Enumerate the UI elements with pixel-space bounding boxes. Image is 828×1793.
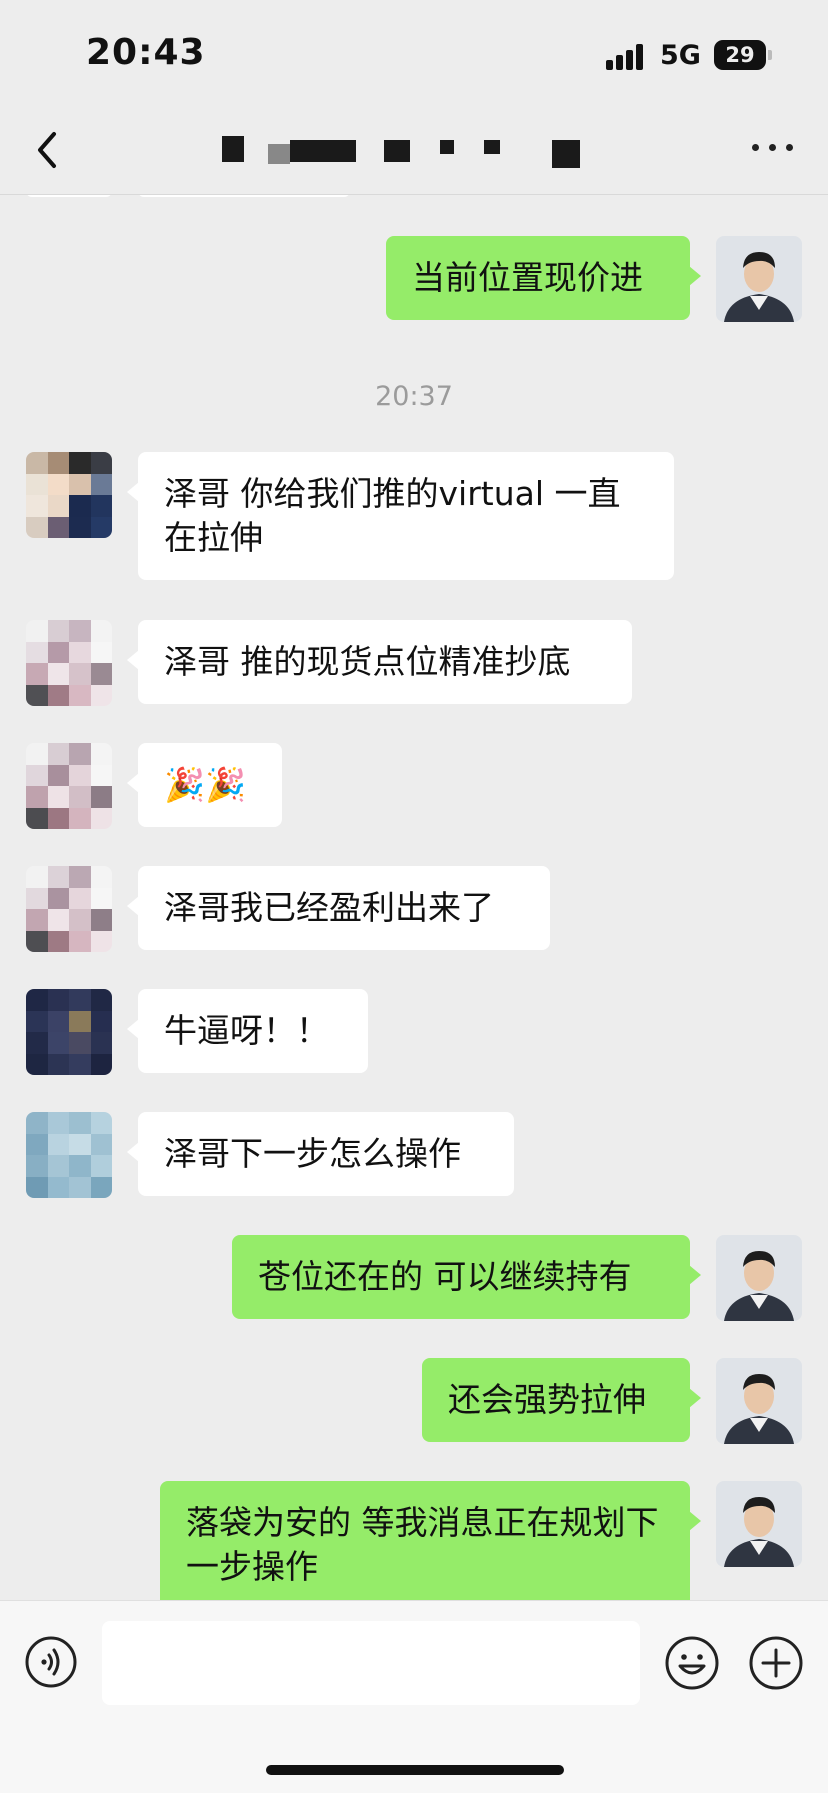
more-options-button[interactable] [748, 132, 798, 162]
chat-message-list[interactable]: 当前位置现价进 20:37 泽哥 你给我们推的virtual 一直在拉伸 泽哥 … [0, 195, 828, 1600]
person-portrait-icon [716, 1235, 802, 1321]
message-bubble-incoming[interactable]: 泽哥下一步怎么操作 [127, 1112, 514, 1196]
contact-avatar[interactable] [26, 743, 112, 829]
message-input[interactable] [102, 1621, 640, 1705]
message-bubble-outgoing[interactable]: 当前位置现价进 [386, 236, 701, 320]
my-avatar[interactable] [716, 1481, 802, 1567]
message-bubble-outgoing[interactable]: 还会强势拉伸 [422, 1358, 701, 1442]
partial-bubble [138, 195, 350, 197]
person-portrait-icon [716, 236, 802, 322]
message-bubble-incoming[interactable]: 泽哥 你给我们推的virtual 一直在拉伸 [127, 452, 674, 580]
message-bubble-incoming[interactable]: 泽哥 推的现货点位精准抄底 [127, 620, 632, 704]
voice-icon [25, 1636, 77, 1688]
my-avatar[interactable] [716, 1358, 802, 1444]
status-bar: 20:43 5G 29 [0, 0, 828, 110]
network-type: 5G [660, 40, 701, 71]
my-avatar[interactable] [716, 1235, 802, 1321]
contact-avatar[interactable] [26, 452, 112, 538]
contact-avatar[interactable] [26, 620, 112, 706]
person-portrait-icon [716, 1358, 802, 1444]
message-bubble-incoming[interactable]: 泽哥我已经盈利出来了 [127, 866, 550, 950]
message-bubble-incoming[interactable]: 牛逼呀！！ [127, 989, 368, 1073]
battery-level: 29 [725, 43, 755, 67]
status-time: 20:43 [86, 32, 206, 73]
battery-cap [768, 50, 772, 60]
emoji-icon [665, 1636, 719, 1690]
party-popper-emoji: 🎉🎉 [164, 765, 247, 804]
person-portrait-icon [716, 1481, 802, 1567]
voice-button[interactable] [24, 1635, 78, 1689]
nav-bar [0, 110, 828, 195]
back-chevron-icon [38, 132, 56, 168]
battery-icon: 29 [714, 40, 766, 70]
plus-icon [749, 1636, 803, 1690]
contact-avatar[interactable] [26, 1112, 112, 1198]
message-bubble-outgoing[interactable]: 落袋为安的 等我消息正在规划下一步操作 [160, 1481, 701, 1600]
signal-icon [606, 44, 646, 70]
contact-avatar[interactable] [26, 866, 112, 952]
my-avatar[interactable] [716, 236, 802, 322]
back-button[interactable] [30, 128, 70, 172]
message-bubble-incoming[interactable]: 🎉🎉 [127, 743, 282, 827]
input-bar [0, 1600, 828, 1793]
emoji-button[interactable] [664, 1635, 720, 1691]
contact-avatar[interactable] [26, 989, 112, 1075]
partial-bubble [26, 195, 112, 197]
home-indicator[interactable] [266, 1765, 564, 1775]
more-functions-button[interactable] [748, 1635, 804, 1691]
message-timestamp: 20:37 [375, 381, 453, 412]
message-bubble-outgoing[interactable]: 苍位还在的 可以继续持有 [232, 1235, 701, 1319]
